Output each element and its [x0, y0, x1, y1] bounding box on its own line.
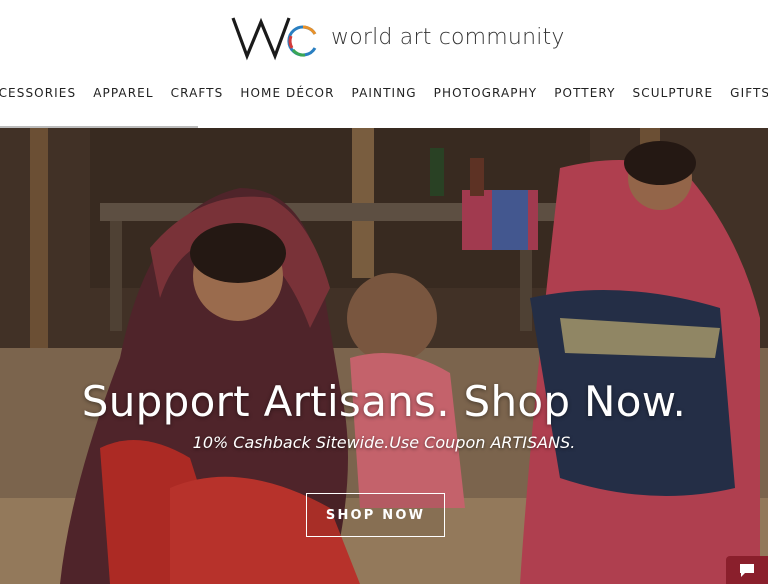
- nav-item-apparel[interactable]: APPAREL: [93, 86, 153, 100]
- site-logo[interactable]: world art community: [231, 12, 565, 62]
- shop-now-button[interactable]: SHOP NOW: [306, 493, 445, 537]
- nav-item-sculpture[interactable]: SCULPTURE: [633, 86, 714, 100]
- hero-title: Support Artisans. Shop Now.: [81, 377, 687, 426]
- nav-item-gifts[interactable]: GIFTS: [730, 86, 768, 100]
- nav-item-photography[interactable]: PHOTOGRAPHY: [434, 86, 538, 100]
- brand-name: world art community: [331, 24, 565, 50]
- chat-icon: [740, 564, 754, 577]
- site-header: world art community ACCESSORIES APPAREL …: [0, 0, 768, 127]
- logo-mark-icon: [231, 17, 317, 61]
- hero-subtitle: 10% Cashback Sitewide.Use Coupon ARTISAN…: [192, 433, 576, 452]
- chat-widget-button[interactable]: [726, 556, 768, 584]
- nav-item-painting[interactable]: PAINTING: [352, 86, 417, 100]
- nav-item-home-decor[interactable]: HOME DÉCOR: [240, 86, 334, 100]
- nav-item-pottery[interactable]: POTTERY: [554, 86, 615, 100]
- nav-item-crafts[interactable]: CRAFTS: [171, 86, 224, 100]
- hero-banner: Support Artisans. Shop Now. 10% Cashback…: [0, 128, 768, 584]
- nav-item-accessories[interactable]: ACCESSORIES: [0, 86, 76, 100]
